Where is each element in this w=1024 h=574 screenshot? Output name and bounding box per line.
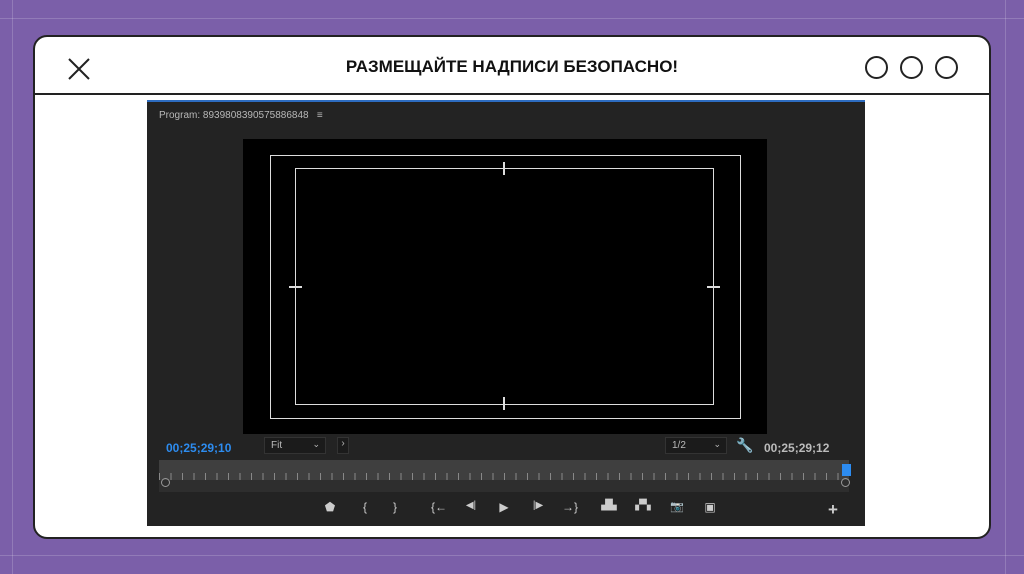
scroll-handle-right[interactable] — [841, 478, 850, 487]
center-mark — [503, 397, 505, 410]
panel-menu-icon[interactable]: ≡ — [317, 110, 323, 121]
button-editor[interactable]: + — [823, 500, 843, 520]
window-circle-button[interactable] — [865, 56, 888, 79]
panel-title-text: Program: 8939808390575886848 — [159, 110, 309, 121]
window-title: РАЗМЕЩАЙТЕ НАДПИСИ БЕЗОПАСНО! — [345, 57, 679, 76]
window-header: РАЗМЕЩАЙТЕ НАДПИСИ БЕЗОПАСНО! — [35, 37, 989, 95]
window-circle-button[interactable] — [900, 56, 923, 79]
extract-button[interactable]: ▞▚ — [633, 500, 653, 511]
center-mark — [707, 286, 720, 288]
scroll-handle-left[interactable] — [161, 478, 170, 487]
chevron-down-icon: ⌄ — [713, 439, 721, 449]
zoom-scrollbar[interactable] — [159, 480, 849, 492]
safe-margins-button[interactable]: › — [337, 437, 349, 454]
center-mark — [503, 162, 505, 175]
window: РАЗМЕЩАЙТЕ НАДПИСИ БЕЗОПАСНО! Program: 8… — [33, 35, 991, 539]
duration-timecode: 00;25;29;12 — [764, 441, 830, 455]
add-marker-button[interactable]: ⬟ — [320, 500, 340, 514]
wrench-icon[interactable]: 🔧 — [735, 437, 755, 454]
mark-out-button[interactable]: } — [385, 500, 405, 514]
transport-controls: ⬟ { } {← ◀| ▶ |▶ →} ▟▙ ▞▚ 📷 ▣ + — [147, 500, 865, 520]
resolution-select[interactable]: 1/2 ⌄ — [665, 437, 727, 454]
export-frame-button[interactable]: 📷 — [667, 500, 687, 513]
go-to-in-button[interactable]: {← — [429, 500, 449, 514]
play-button[interactable]: ▶ — [494, 500, 514, 514]
ruler-ticks — [159, 473, 849, 480]
chevron-down-icon: ⌄ — [312, 439, 320, 449]
video-preview — [243, 139, 767, 434]
center-mark — [289, 286, 302, 288]
lift-button[interactable]: ▟▙ — [599, 500, 619, 511]
current-timecode[interactable]: 00;25;29;10 — [166, 441, 231, 455]
window-circle-button[interactable] — [935, 56, 958, 79]
zoom-select[interactable]: Fit ⌄ — [264, 437, 326, 454]
go-to-out-button[interactable]: →} — [560, 500, 580, 514]
timeline-ruler[interactable] — [159, 460, 851, 480]
comparison-view-button[interactable]: ▣ — [700, 500, 720, 514]
step-back-button[interactable]: ◀| — [461, 500, 481, 511]
step-forward-button[interactable]: |▶ — [528, 500, 548, 511]
title-safe-guide — [295, 168, 714, 405]
panel-title: Program: 8939808390575886848 ≡ — [159, 110, 323, 121]
program-monitor: Program: 8939808390575886848 ≡ 00;25;29;… — [147, 100, 865, 526]
zoom-select-value: Fit — [271, 440, 283, 451]
resolution-select-value: 1/2 — [672, 440, 686, 451]
playhead[interactable] — [842, 464, 851, 476]
mark-in-button[interactable]: { — [355, 500, 375, 514]
